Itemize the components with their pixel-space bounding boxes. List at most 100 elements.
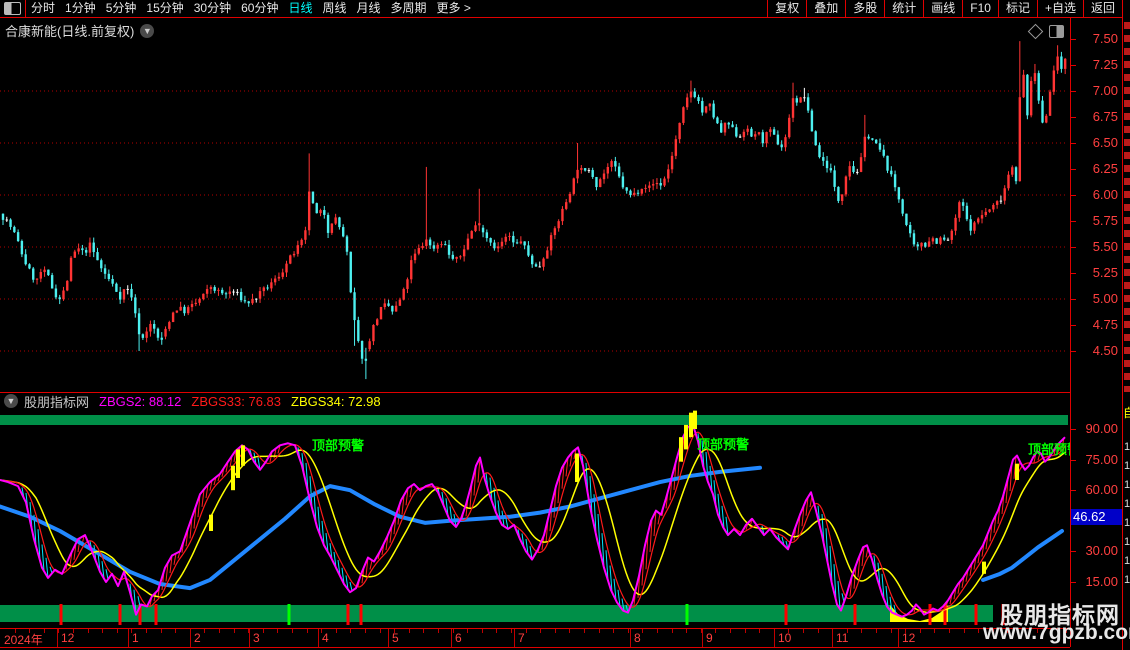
period-item-9[interactable]: 多周期 [386,0,432,17]
period-item-3[interactable]: 15分钟 [141,0,188,17]
minor-tick [146,629,147,633]
period-item-2[interactable]: 5分钟 [101,0,142,17]
price-label-5.00: 5.00 [1092,291,1118,306]
minor-tick [759,629,761,633]
tool-button-3[interactable]: 统计 [884,0,923,17]
tool-button-7[interactable]: +自选 [1036,0,1083,17]
axis-tick [1070,273,1076,274]
price-label-4.75: 4.75 [1092,317,1118,332]
clipped-glyphs-fragment [1124,22,1130,392]
month-separator [514,629,515,647]
minor-tick [671,629,673,633]
month-label-1: 1 [132,631,139,645]
month-label-5: 5 [392,631,399,645]
period-item-4[interactable]: 30分钟 [189,0,236,17]
tool-button-5[interactable]: F10 [962,0,998,17]
price-label-5.75: 5.75 [1092,213,1118,228]
tool-button-2[interactable]: 多股 [845,0,884,17]
axis-tick [1070,299,1076,300]
period-item-8[interactable]: 月线 [352,0,386,17]
minor-tick [423,629,425,633]
tool-button-0[interactable]: 复权 [767,0,806,17]
price-label-6.75: 6.75 [1092,109,1118,124]
indicator-label-15.00: 15.00 [1085,574,1118,589]
month-separator [702,629,703,647]
month-label-3: 3 [253,631,260,645]
axis-tick [1070,169,1076,170]
period-item-1[interactable]: 1分钟 [60,0,101,17]
minor-tick [934,629,936,633]
period-item-6[interactable]: 日线 [283,0,317,17]
minor-tick [335,629,337,633]
minor-tick [890,629,892,633]
month-label-12: 12 [902,631,916,645]
minor-tick [569,629,571,633]
minor-tick [292,629,293,633]
minor-tick [861,629,863,633]
watermark-site-url: www.7gpzb.com [983,621,1130,644]
chart-corner-icons [1027,23,1064,40]
minor-tick [978,629,980,633]
month-label-11: 11 [836,631,849,645]
period-item-7[interactable]: 周线 [317,0,351,17]
axis-tick [1070,459,1076,461]
collapse-chevron-icon[interactable]: ▼ [4,394,18,408]
stock-title: 合康新能(日线.前复权) [5,24,135,39]
tool-button-1[interactable]: 叠加 [806,0,845,17]
price-axis-line [1070,18,1071,647]
window-layout-icon[interactable] [4,2,21,15]
indicator-value-marker: 46.62 [1071,509,1124,526]
month-separator [774,629,775,647]
strip-digit-6: 1 [1124,555,1130,567]
split-view-icon[interactable] [1049,25,1064,38]
minor-tick [14,629,16,633]
period-item-0[interactable]: 分时 [26,0,60,17]
tool-button-4[interactable]: 画线 [923,0,962,17]
chevron-down-icon[interactable]: ▼ [140,23,155,38]
axis-tick [1070,351,1076,352]
minor-tick [219,629,220,633]
month-label-6: 6 [455,631,462,645]
minor-tick [686,629,688,633]
side-panel-edge[interactable]: 自 1 1 1 1 1 1 1 1 [1122,0,1130,650]
gridlines-layer [0,90,1068,352]
indicator-value-2: ZBGS34: 72.98 [291,393,381,409]
candles-layer [1,41,1067,380]
strip-digit-5: 1 [1124,536,1130,548]
minor-tick [175,629,177,633]
minor-tick [613,629,615,633]
minor-tick [379,629,381,633]
top-warning-label-2: 顶部预警 [1028,442,1070,457]
strip-digit-4: 1 [1124,517,1130,529]
minor-tick [43,629,45,633]
minor-tick [116,629,118,633]
minor-tick [87,629,89,633]
month-separator [630,629,631,647]
axis-tick [1070,65,1076,66]
period-item-5[interactable]: 60分钟 [236,0,283,17]
minor-tick [963,629,965,633]
top-warning-label-1: 顶部预警 [697,437,749,452]
month-label-8: 8 [634,631,641,645]
minor-tick [730,629,731,633]
minor-tick [29,629,31,633]
main-candle-chart[interactable] [0,18,1070,392]
month-separator [832,629,833,647]
minor-tick [102,629,104,633]
title-row: 合康新能(日线.前复权) ▼ [5,21,155,40]
tool-button-8[interactable]: 返回 [1082,0,1122,17]
diamond-mark-icon[interactable] [1027,23,1044,40]
axis-tick [1070,582,1076,583]
month-separator [190,629,191,647]
tool-button-6[interactable]: 标记 [997,0,1037,17]
indicator-values: ZBGS2: 88.12 ZBGS33: 76.83 ZBGS34: 72.98 [89,394,381,409]
axis-tick [1070,117,1076,118]
period-item-10[interactable]: 更多 > [432,0,476,17]
minor-tick [803,629,804,633]
yellow-ma-line [0,448,1067,614]
month-separator [318,629,319,647]
date-axis[interactable]: 2024年 12 1 2 3 4 5 6 7 8 9 10 11 12 [0,628,1070,648]
indicator-header: ▼ 股朋指标网 ZBGS2: 88.12 ZBGS33: 76.83 ZBGS34:… [0,392,1070,410]
indicator-panel[interactable]: 顶部预警 顶部预警 顶部预警 [0,408,1070,628]
minor-tick [277,629,279,633]
